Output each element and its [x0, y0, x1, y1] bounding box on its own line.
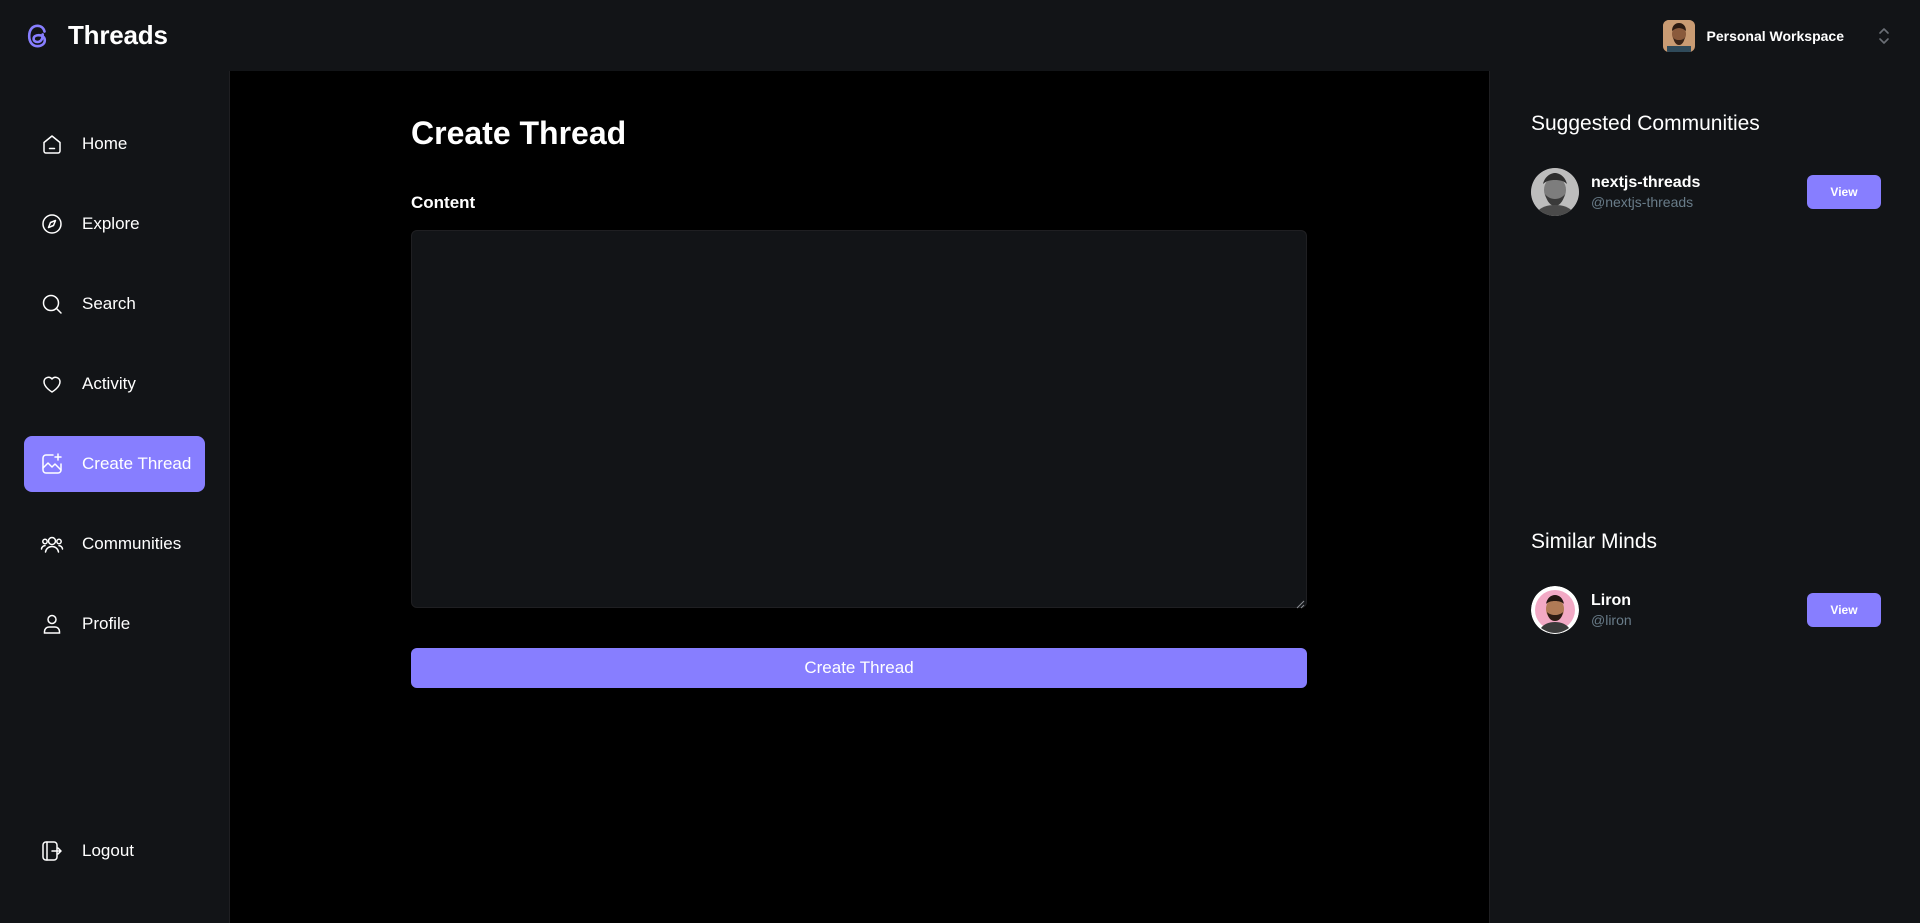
user-card: Liron @liron View: [1531, 585, 1881, 635]
user-name: Liron: [1591, 592, 1631, 609]
left-sidebar: Home Explore Search Activity Create Thre…: [0, 71, 230, 923]
home-icon: [40, 132, 64, 156]
avatar[interactable]: [1531, 586, 1579, 634]
image-plus-icon: [40, 452, 64, 476]
topbar: Threads Personal Workspace: [0, 0, 1920, 71]
brand-name: Threads: [68, 20, 168, 50]
community-name: nextjs-threads: [1591, 174, 1701, 191]
logout-label: Logout: [82, 841, 134, 860]
sidebar-item-search[interactable]: Search: [24, 276, 205, 332]
right-sidebar: Suggested Communities nextjs-threads @ne…: [1489, 71, 1920, 923]
sidebar-item-label: Activity: [82, 374, 136, 393]
workspace-switcher[interactable]: Personal Workspace: [1662, 19, 1892, 52]
logout-icon: [40, 839, 64, 863]
sidebar-item-label: Explore: [82, 214, 140, 233]
logout-button[interactable]: Logout: [24, 823, 205, 879]
users-icon: [40, 532, 64, 556]
sidebar-item-explore[interactable]: Explore: [24, 196, 205, 252]
heart-icon: [40, 372, 64, 396]
view-user-button[interactable]: View: [1807, 593, 1881, 627]
sidebar-item-profile[interactable]: Profile: [24, 596, 205, 652]
view-community-button[interactable]: View: [1807, 175, 1881, 209]
chevron-up-down-icon[interactable]: [1876, 26, 1892, 46]
sidebar-item-communities[interactable]: Communities: [24, 516, 205, 572]
avatar[interactable]: [1531, 168, 1579, 216]
page-title: Create Thread: [411, 115, 627, 151]
community-handle: @nextjs-threads: [1591, 194, 1694, 210]
brand[interactable]: Threads: [24, 20, 168, 51]
content-label: Content: [411, 193, 476, 212]
sidebar-item-activity[interactable]: Activity: [24, 356, 205, 412]
sidebar-item-label: Home: [82, 134, 128, 153]
resize-grip-icon[interactable]: [1296, 596, 1305, 609]
suggested-communities-title: Suggested Communities: [1531, 112, 1760, 135]
compass-icon: [40, 212, 64, 236]
community-info: nextjs-threads @nextjs-threads: [1591, 173, 1807, 211]
search-icon: [40, 292, 64, 316]
content-textarea[interactable]: [411, 230, 1307, 608]
workspace-name: Personal Workspace: [1706, 27, 1844, 44]
sidebar-item-create-thread[interactable]: Create Thread: [24, 436, 205, 492]
community-card: nextjs-threads @nextjs-threads View: [1531, 167, 1881, 217]
threads-logo-icon: [24, 22, 52, 50]
main-content: Create Thread Content Create Thread: [230, 71, 1489, 923]
sidebar-item-label: Create Thread: [82, 454, 192, 473]
sidebar-item-label: Communities: [82, 534, 182, 553]
user-icon: [40, 612, 64, 636]
user-info: Liron @liron: [1591, 591, 1807, 629]
similar-minds-title: Similar Minds: [1531, 530, 1658, 553]
sidebar-item-label: Profile: [82, 614, 131, 633]
workspace-avatar: [1662, 19, 1695, 52]
create-thread-button[interactable]: Create Thread: [411, 648, 1307, 688]
sidebar-item-label: Search: [82, 294, 136, 313]
sidebar-item-home[interactable]: Home: [24, 116, 205, 172]
user-handle: @liron: [1591, 612, 1632, 628]
